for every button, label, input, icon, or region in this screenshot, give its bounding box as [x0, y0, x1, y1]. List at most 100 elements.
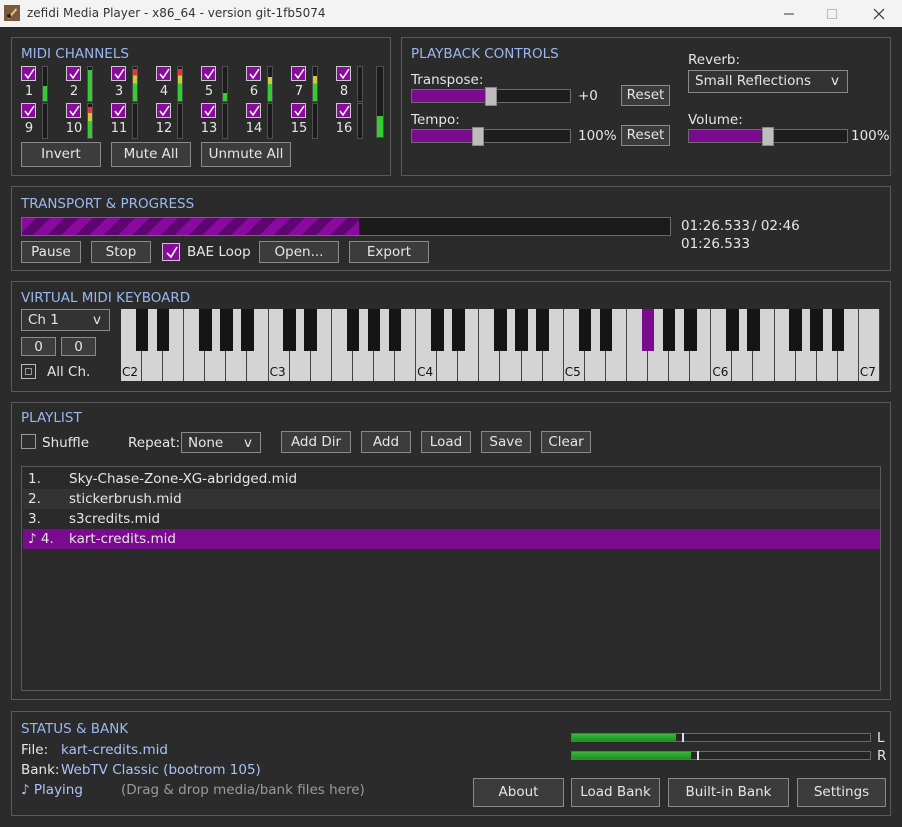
black-key[interactable] — [346, 309, 360, 351]
black-key[interactable] — [241, 309, 254, 351]
playlist-item[interactable]: 3. s3credits.mid — [23, 509, 880, 529]
pause-button[interactable]: Pause — [21, 241, 81, 263]
playlist-item[interactable]: 1. Sky-Chase-Zone-XG-abridged.mid — [23, 469, 880, 489]
unmute-all-button[interactable]: Unmute All — [201, 142, 291, 167]
black-key[interactable] — [641, 309, 655, 351]
black-key[interactable] — [747, 309, 760, 351]
channel-checkbox[interactable] — [201, 66, 216, 81]
keyboard-field-1[interactable]: 0 — [21, 337, 56, 356]
virtual-keyboard[interactable]: C2 C3 C4 C5 C6 C7 — [121, 309, 880, 381]
channel-meter — [267, 103, 273, 139]
master-meter — [376, 66, 384, 138]
volume-slider[interactable] — [688, 127, 848, 146]
channel-number: 11 — [110, 121, 128, 136]
tempo-reset-button[interactable]: Reset — [621, 125, 670, 146]
black-key[interactable] — [831, 309, 845, 351]
black-key[interactable] — [156, 309, 170, 351]
keyboard-field-2[interactable]: 0 — [61, 337, 96, 356]
settings-button[interactable]: Settings — [797, 778, 886, 807]
checkmark-icon — [24, 68, 35, 80]
volume-slider-knob[interactable] — [762, 127, 774, 146]
black-key[interactable] — [430, 309, 444, 351]
progress-bar[interactable] — [21, 217, 671, 236]
channel-checkbox[interactable] — [111, 66, 126, 81]
black-key[interactable] — [578, 309, 592, 351]
about-button[interactable]: About — [473, 778, 564, 807]
open-button[interactable]: Open... — [259, 241, 339, 263]
reverb-select-value: Small Reflections — [695, 73, 811, 89]
transpose-reset-button[interactable]: Reset — [621, 85, 670, 106]
mute-all-button[interactable]: Mute All — [111, 142, 191, 167]
black-key[interactable] — [662, 309, 676, 351]
load-bank-button[interactable]: Load Bank — [571, 778, 660, 807]
add-dir-button[interactable]: Add Dir — [281, 431, 351, 453]
clear-button[interactable]: Clear — [541, 431, 591, 453]
black-key[interactable] — [388, 309, 402, 351]
builtin-bank-button[interactable]: Built-in Bank — [668, 778, 789, 807]
all-ch-checkbox[interactable] — [21, 364, 36, 379]
channel-checkbox[interactable] — [246, 66, 261, 81]
load-button[interactable]: Load — [421, 431, 471, 453]
channel-checkbox[interactable] — [336, 66, 351, 81]
channel-checkbox[interactable] — [246, 103, 261, 118]
black-key[interactable] — [515, 309, 528, 351]
pause-button-label: Pause — [31, 244, 71, 260]
minimize-button[interactable] — [766, 0, 812, 27]
black-key[interactable] — [304, 309, 318, 351]
window-title: zefidi Media Player - x86_64 - version g… — [27, 6, 326, 20]
black-key[interactable] — [789, 309, 802, 351]
transpose-slider[interactable] — [411, 87, 571, 106]
transpose-slider-knob[interactable] — [485, 87, 497, 106]
channel-checkbox[interactable] — [66, 103, 81, 118]
keyboard-channel-select[interactable]: Ch 1 v — [21, 309, 110, 331]
playlist-list[interactable]: 1. Sky-Chase-Zone-XG-abridged.mid 2. sticke… — [21, 466, 881, 691]
checkmark-icon — [249, 68, 260, 80]
unmute-all-button-label: Unmute All — [208, 146, 284, 162]
black-key[interactable] — [283, 309, 296, 351]
black-key[interactable] — [135, 309, 149, 351]
invert-button[interactable]: Invert — [21, 142, 101, 167]
black-key[interactable] — [220, 309, 233, 351]
channel-meter-fill — [133, 68, 137, 101]
white-key[interactable]: C7 — [858, 309, 880, 381]
channel-number: 7 — [294, 84, 304, 99]
black-key[interactable] — [199, 309, 212, 351]
channel-checkbox[interactable] — [156, 66, 171, 81]
stop-button[interactable]: Stop — [91, 241, 151, 263]
close-button[interactable] — [856, 0, 902, 27]
channel-checkbox[interactable] — [21, 66, 36, 81]
black-key[interactable] — [494, 309, 507, 351]
black-key[interactable] — [452, 309, 465, 351]
tempo-slider-knob[interactable] — [472, 127, 485, 146]
playlist-item[interactable]: 2. stickerbrush.mid — [23, 489, 880, 509]
channel-checkbox[interactable] — [21, 103, 36, 118]
shuffle-checkbox[interactable] — [21, 434, 36, 449]
channel-checkbox[interactable] — [111, 103, 126, 118]
channel-checkbox[interactable] — [291, 66, 306, 81]
channel-meter — [177, 66, 183, 102]
reverb-select[interactable]: Small Reflections v — [688, 70, 848, 93]
channel-number: 2 — [69, 84, 79, 99]
black-key[interactable] — [683, 309, 697, 351]
export-button[interactable]: Export — [349, 241, 429, 263]
save-button[interactable]: Save — [481, 431, 531, 453]
channel-checkbox[interactable] — [336, 103, 351, 118]
add-button[interactable]: Add — [361, 431, 411, 453]
channel-checkbox[interactable] — [156, 103, 171, 118]
playlist-item[interactable]: ♪ 4. kart-credits.mid — [23, 529, 880, 549]
black-key[interactable] — [810, 309, 824, 351]
vu-left-fill — [572, 734, 677, 741]
octave-label: C7 — [859, 365, 876, 379]
black-key[interactable] — [726, 309, 739, 351]
black-key[interactable] — [599, 309, 613, 351]
channel-checkbox[interactable] — [201, 103, 216, 118]
bae-loop-checkbox[interactable] — [162, 243, 180, 261]
repeat-select[interactable]: None v — [181, 432, 261, 453]
black-key[interactable] — [367, 309, 381, 351]
channel-checkbox[interactable] — [291, 103, 306, 118]
reverb-label: Reverb: — [688, 52, 741, 68]
maximize-button[interactable] — [809, 0, 855, 27]
black-key[interactable] — [536, 309, 549, 351]
channel-checkbox[interactable] — [66, 66, 81, 81]
tempo-slider[interactable] — [411, 127, 571, 146]
